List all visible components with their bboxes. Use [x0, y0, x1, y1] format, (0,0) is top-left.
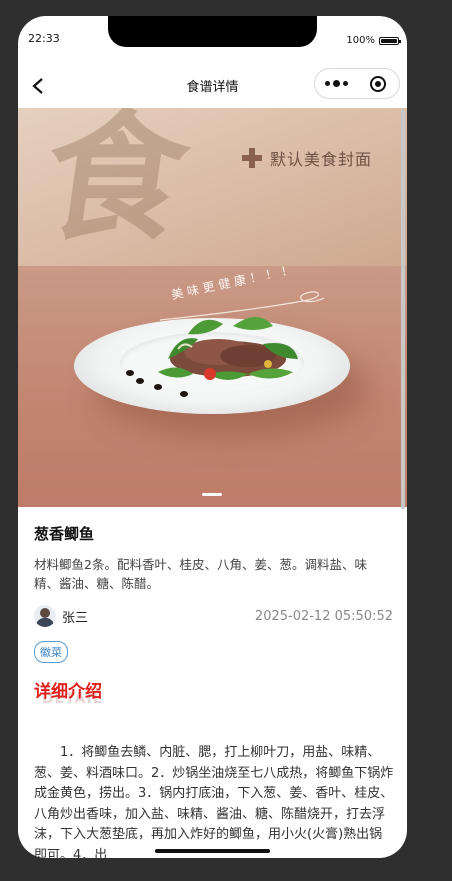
navigation-bar: 食谱详情 [18, 66, 407, 106]
scrollbar[interactable] [401, 109, 405, 509]
battery-percent: 100% [346, 35, 375, 46]
salad-image [158, 317, 298, 380]
recipe-description: 材料鲫鱼2条。配料香叶、桂皮、八角、姜、葱。调料盐、味精、酱油、糖、陈醋。 [34, 557, 367, 591]
cross-icon [242, 148, 262, 168]
decorative-character: 食 [34, 108, 198, 260]
recipe-scroll-area[interactable]: 食 默认美食封面 美味更健康！！！ 葱香鲫鱼 材料鲫鱼2条。配料香叶、桂皮、八角… [18, 108, 407, 858]
miniprogram-close-icon[interactable] [357, 69, 399, 98]
cover-banner[interactable]: 食 默认美食封面 美味更健康！！！ [18, 108, 407, 507]
author-name[interactable]: 张三 [62, 607, 88, 626]
sauce-dot [126, 370, 134, 376]
sauce-dot [180, 391, 188, 397]
notch [108, 16, 317, 47]
avatar[interactable] [34, 605, 56, 627]
default-cover-label: 默认美食封面 [242, 146, 372, 170]
cover-label-text: 默认美食封面 [270, 150, 373, 169]
more-dots-icon[interactable] [315, 69, 357, 98]
post-time: 2025-02-12 05:50:52 [254, 609, 393, 624]
recipe-detail-text: 1．将鲫鱼去鳞、内脏、腮，打上柳叶刀，用盐、味精、葱、姜、料酒味口。2．炒锅坐油… [34, 745, 394, 858]
miniprogram-capsule [314, 68, 400, 99]
sauce-dot [154, 384, 162, 390]
section-title: 详细介绍 [34, 682, 102, 702]
battery-icon [379, 36, 401, 45]
phone-screen: 22:33 100% 食谱详情 食 默认美食封面 美味更健康！！！ 葱香鲫鱼 材… [18, 16, 407, 858]
battery-status: 100% [346, 35, 401, 46]
home-indicator[interactable] [155, 849, 270, 853]
author-info[interactable]: 张三 [34, 605, 88, 627]
recipe-title: 葱香鲫鱼 [34, 525, 95, 543]
carousel-indicator[interactable] [202, 493, 222, 496]
status-time: 22:33 [28, 32, 60, 45]
sauce-dot [136, 378, 144, 384]
cuisine-tag[interactable]: 徽菜 [34, 641, 68, 663]
